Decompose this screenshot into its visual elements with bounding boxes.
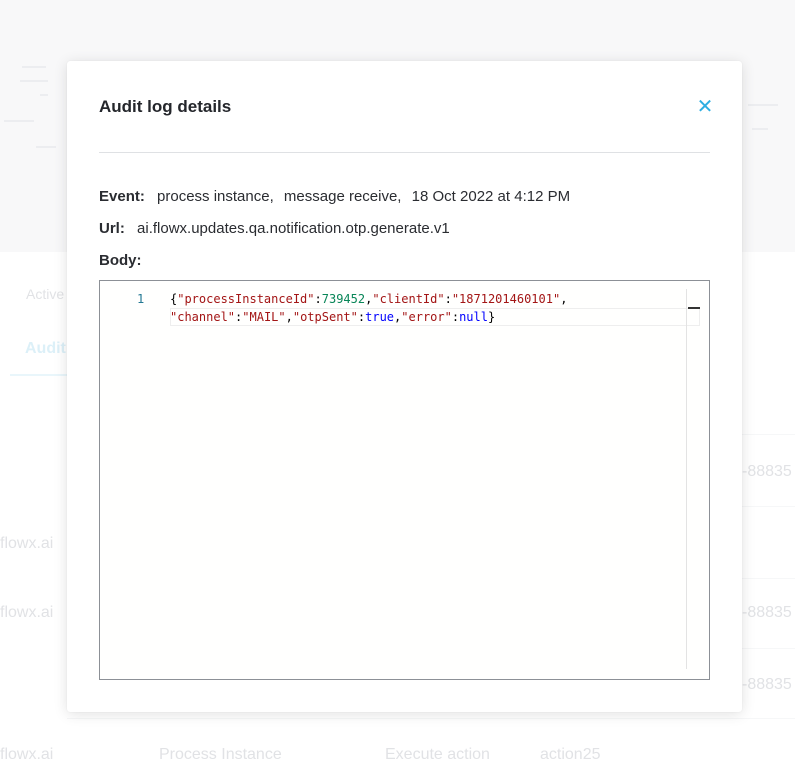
url-label: Url: xyxy=(99,220,125,237)
event-subject: process instance, xyxy=(157,188,274,205)
json-key: "otpSent" xyxy=(292,310,358,324)
editor-scroll-marker xyxy=(688,307,700,309)
json-boolean: true xyxy=(365,310,395,324)
url-value: ai.flowx.updates.qa.notification.otp.gen… xyxy=(137,220,450,237)
modal-title: Audit log details xyxy=(99,97,232,116)
editor-scrollbar[interactable] xyxy=(686,289,687,669)
url-row: Url: ai.flowx.updates.qa.notification.ot… xyxy=(99,220,450,237)
json-string: "1871201460101" xyxy=(451,292,561,306)
event-label: Event: xyxy=(99,188,145,205)
audit-log-details-modal: Audit log details ✕ Event: process insta… xyxy=(67,61,742,712)
line-number: 1 xyxy=(137,292,145,306)
json-string: "MAIL" xyxy=(242,310,286,324)
event-row: Event: process instance, message receive… xyxy=(99,188,570,205)
json-number: 739452 xyxy=(321,292,366,306)
json-key: "channel" xyxy=(170,310,236,324)
json-key: "clientId" xyxy=(372,292,445,306)
close-icon[interactable]: ✕ xyxy=(696,97,714,117)
body-code-editor[interactable]: 1 {"processInstanceId":739452,"clientId"… xyxy=(99,280,710,680)
json-key: "processInstanceId" xyxy=(177,292,315,306)
modal-divider xyxy=(99,152,710,153)
body-label: Body: xyxy=(99,252,142,269)
json-code[interactable]: {"processInstanceId":739452,"clientId":"… xyxy=(170,290,567,326)
event-date: 18 Oct 2022 at 4:12 PM xyxy=(411,188,571,205)
event-type: message receive, xyxy=(283,188,402,205)
json-null: null xyxy=(459,310,488,324)
json-key: "error" xyxy=(401,310,452,324)
body-row: Body: xyxy=(99,252,150,269)
